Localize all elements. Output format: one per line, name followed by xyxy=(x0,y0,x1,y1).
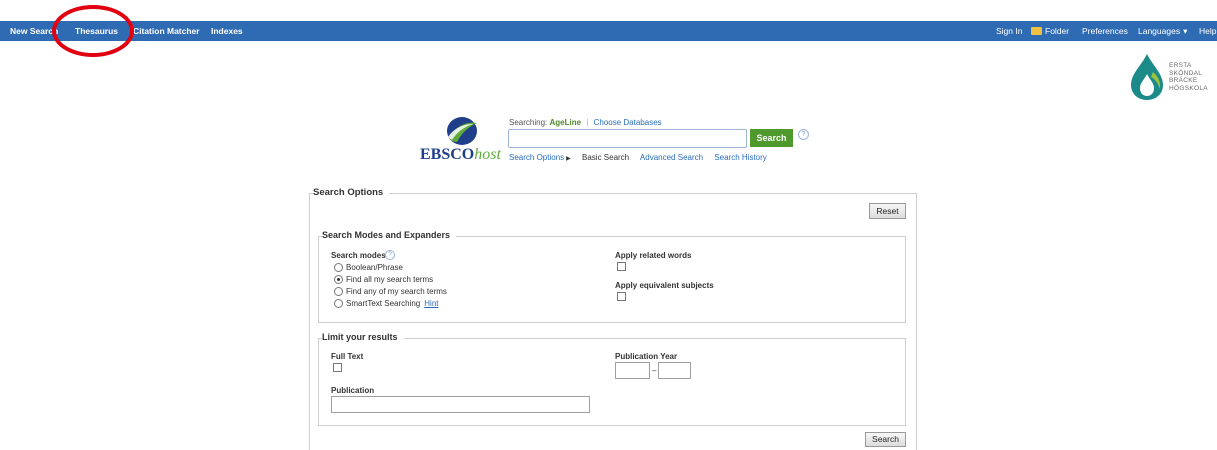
mode-label: SmartText Searching xyxy=(346,299,421,308)
annotation-circle xyxy=(52,5,134,57)
nav-preferences[interactable]: Preferences xyxy=(1082,26,1128,36)
year-dash: – xyxy=(652,366,657,375)
institution-name: ERSTA SKÖNDAL BRÄCKE HÖGSKOLA xyxy=(1169,62,1208,92)
mode-radio-find-all[interactable] xyxy=(334,275,343,284)
nav-citation-matcher[interactable]: Citation Matcher xyxy=(133,26,200,36)
institution-line: BRÄCKE xyxy=(1169,77,1198,84)
hint-link[interactable]: Hint xyxy=(424,299,438,308)
institution-line: SKÖNDAL xyxy=(1169,69,1203,77)
apply-equivalent-checkbox[interactable] xyxy=(617,292,626,301)
folder-icon xyxy=(1031,27,1042,35)
search-button[interactable]: Search xyxy=(750,129,793,147)
nav-new-search[interactable]: New Search xyxy=(10,26,58,36)
reset-button[interactable]: Reset xyxy=(869,203,906,219)
mode-label: Find all my search terms xyxy=(346,275,434,284)
nav-folder-label: Folder xyxy=(1045,26,1070,36)
top-nav-bar: New Search Thesaurus Citation Matcher In… xyxy=(0,21,1217,41)
ebsco-brand-suffix: host xyxy=(474,146,501,163)
mode-radio-smarttext[interactable] xyxy=(334,299,343,308)
publication-year-from-input[interactable] xyxy=(615,362,650,379)
database-name: AgeLine xyxy=(549,118,582,127)
nav-indexes[interactable]: Indexes xyxy=(211,26,243,36)
publication-year-label: Publication Year xyxy=(615,352,678,361)
separator: | xyxy=(586,118,589,127)
nav-folder[interactable]: Folder xyxy=(1031,26,1069,36)
limit-results-title: Limit your results xyxy=(322,332,404,342)
search-modes-label: Search modes xyxy=(331,251,386,260)
nav-sign-in[interactable]: Sign In xyxy=(996,26,1022,36)
chevron-down-icon: ▾ xyxy=(1183,26,1188,36)
apply-related-checkbox[interactable] xyxy=(617,262,626,271)
nav-languages-label: Languages xyxy=(1138,26,1181,36)
search-modes-title: Search Modes and Expanders xyxy=(322,230,457,240)
apply-equivalent-label: Apply equivalent subjects xyxy=(615,281,714,290)
help-icon[interactable]: ? xyxy=(798,129,809,140)
search-options-title: Search Options xyxy=(313,187,390,198)
nav-languages[interactable]: Languages ▾ xyxy=(1138,26,1187,37)
ebsco-logo-icon xyxy=(447,117,477,145)
search-input[interactable] xyxy=(508,129,747,148)
search-history-link[interactable]: Search History xyxy=(714,153,766,162)
searching-label: Searching: xyxy=(509,118,548,127)
search-options-label: Search Options xyxy=(509,153,565,162)
mode-label-smarttext: SmartText Searching Hint xyxy=(346,299,439,308)
publication-year-to-input[interactable] xyxy=(658,362,691,379)
nav-help[interactable]: Help xyxy=(1199,26,1216,36)
options-search-button[interactable]: Search xyxy=(865,432,906,447)
search-options-link[interactable]: Search Options ▶ xyxy=(509,153,571,162)
institution-line: HÖGSKOLA xyxy=(1169,84,1208,92)
mode-radio-boolean[interactable] xyxy=(334,263,343,272)
mode-radio-find-any[interactable] xyxy=(334,287,343,296)
advanced-search-link[interactable]: Advanced Search xyxy=(640,153,703,162)
publication-label: Publication xyxy=(331,386,375,395)
ebsco-brand: EBSCO xyxy=(420,146,475,163)
mode-label: Find any of my search terms xyxy=(346,287,447,296)
publication-input[interactable] xyxy=(331,396,590,413)
search-sublinks: Search Options ▶ Basic Search Advanced Se… xyxy=(509,153,776,162)
mode-label: Boolean/Phrase xyxy=(346,263,403,272)
basic-search-link[interactable]: Basic Search xyxy=(582,153,629,162)
help-icon[interactable]: ? xyxy=(385,250,395,260)
apply-related-label: Apply related words xyxy=(615,251,692,260)
triangle-right-icon: ▶ xyxy=(566,156,571,162)
choose-databases-link[interactable]: Choose Databases xyxy=(594,118,662,127)
institution-line: ERSTA xyxy=(1169,62,1192,69)
searching-line: Searching: AgeLine | Choose Databases xyxy=(509,118,662,127)
full-text-checkbox[interactable] xyxy=(333,363,342,372)
ebsco-wordmark: EBSCOhost xyxy=(420,146,501,164)
full-text-label: Full Text xyxy=(331,352,364,361)
